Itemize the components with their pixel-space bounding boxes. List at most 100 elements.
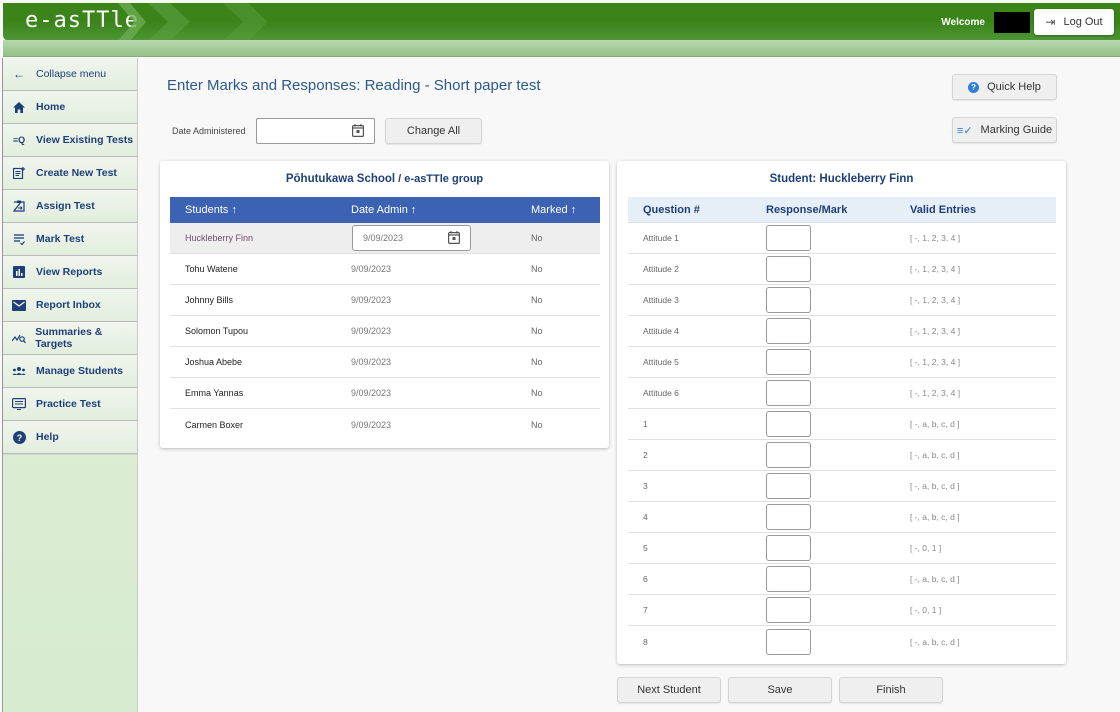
response-mark-input[interactable]: [766, 442, 811, 468]
sidebar-item-collapse-menu[interactable]: ← Collapse menu: [3, 58, 137, 91]
table-row: 8 [ -, a, b, c, d ]: [628, 626, 1056, 657]
students-table: Students ↑ Date Admin ↑ Marked ↑ Huckleb…: [170, 197, 600, 440]
table-row[interactable]: Emma Yannas 9/09/2023 No: [170, 378, 600, 409]
question-number: 5: [643, 543, 648, 553]
date-administered-input[interactable]: [256, 118, 375, 144]
column-header-marked[interactable]: Marked ↑: [516, 204, 600, 216]
valid-entries: [ -, a, b, c, d ]: [910, 636, 960, 647]
change-all-button[interactable]: Change All: [385, 118, 482, 144]
sidebar-item-view-existing-tests[interactable]: ≡Q View Existing Tests: [3, 124, 137, 157]
sidebar-item-label: View Existing Tests: [36, 134, 134, 146]
date-admin: 9/09/2023: [351, 295, 392, 305]
response-mark-input[interactable]: [766, 287, 811, 313]
valid-entries: [ -, 0, 1 ]: [910, 543, 942, 553]
list-check-icon: ≡✓: [956, 124, 973, 137]
response-mark-input[interactable]: [766, 225, 811, 251]
table-row[interactable]: Johnny Bills 9/09/2023 No: [170, 285, 600, 316]
response-mark-input[interactable]: [766, 411, 811, 437]
response-mark-input[interactable]: [766, 628, 811, 655]
sidebar-item-practice-test[interactable]: Practice Test: [3, 388, 137, 421]
question-number: Attitude 4: [643, 326, 679, 336]
date-admin: 9/09/2023: [351, 419, 392, 430]
list-check-icon: [11, 233, 27, 245]
table-row[interactable]: Carmen Boxer 9/09/2023 No: [170, 409, 600, 440]
table-row: 1 [ -, a, b, c, d ]: [628, 409, 1056, 440]
sidebar-item-label: Assign Test: [36, 200, 95, 212]
student-name: Emma Yannas: [185, 388, 244, 398]
marked-status: No: [531, 388, 543, 398]
date-admin: 9/09/2023: [351, 326, 392, 336]
response-mark-input[interactable]: [766, 473, 811, 499]
table-row[interactable]: Huckleberry Finn 9/09/2023 No: [170, 223, 600, 254]
table-row[interactable]: Joshua Abebe 9/09/2023 No: [170, 347, 600, 378]
table-row[interactable]: Solomon Tupou 9/09/2023 No: [170, 316, 600, 347]
calendar-icon[interactable]: [352, 124, 365, 142]
help-icon: ?: [968, 81, 980, 93]
question-number: 2: [643, 450, 648, 460]
valid-entries: [ -, 1, 2, 3, 4 ]: [910, 264, 961, 274]
question-number: 7: [643, 605, 648, 615]
response-mark-input[interactable]: [766, 256, 811, 282]
sidebar-item-summaries-targets[interactable]: Summaries & Targets: [3, 322, 137, 355]
response-mark-input[interactable]: [766, 349, 811, 375]
column-header-students[interactable]: Students ↑: [170, 204, 336, 216]
main-content: Enter Marks and Responses: Reading - Sho…: [140, 58, 1120, 712]
question-number: 4: [643, 512, 648, 522]
quick-help-button[interactable]: ? Quick Help: [952, 74, 1057, 100]
next-student-button[interactable]: Next Student: [617, 677, 721, 703]
people-icon: [11, 366, 27, 376]
response-mark-input[interactable]: [766, 380, 811, 406]
sidebar-item-label: Manage Students: [36, 365, 123, 377]
sidebar-item-assign-test[interactable]: Assign Test: [3, 190, 137, 223]
students-card: Pōhutukawa School / e-asTTle group Stude…: [160, 161, 609, 448]
sidebar-item-mark-test[interactable]: Mark Test: [3, 223, 137, 256]
table-row: Attitude 1 [ -, 1, 2, 3, 4 ]: [628, 223, 1056, 254]
sidebar-item-view-reports[interactable]: View Reports: [3, 256, 137, 289]
sidebar-item-report-inbox[interactable]: Report Inbox: [3, 289, 137, 322]
monitor-text-icon: [11, 398, 27, 410]
sidebar-item-label: View Reports: [36, 266, 103, 278]
welcome-text: Welcome: [941, 17, 985, 28]
response-mark-input[interactable]: [766, 318, 811, 344]
students-table-header: Students ↑ Date Admin ↑ Marked ↑: [170, 197, 600, 223]
bar-chart-icon: [11, 266, 27, 278]
student-name: Solomon Tupou: [185, 326, 249, 336]
valid-entries: [ -, a, b, c, d ]: [910, 450, 960, 460]
sidebar-item-home[interactable]: Home: [3, 91, 137, 124]
question-number: 1: [643, 419, 648, 429]
finish-button[interactable]: Finish: [839, 677, 943, 703]
logout-button[interactable]: ⇥ Log Out: [1034, 9, 1114, 35]
app-header: e-asTTle Welcome ⇥ Log Out: [3, 0, 1120, 58]
response-mark-input[interactable]: [766, 566, 811, 592]
table-row[interactable]: Tohu Watene 9/09/2023 No: [170, 254, 600, 285]
student-name: Tohu Watene: [185, 264, 238, 274]
logout-icon: ⇥: [1045, 15, 1056, 29]
marking-guide-button[interactable]: ≡✓ Marking Guide: [952, 117, 1057, 143]
header-subbar: [3, 40, 1120, 57]
table-row: 2 [ -, a, b, c, d ]: [628, 440, 1056, 471]
mail-icon: [11, 299, 27, 311]
calendar-icon[interactable]: [448, 231, 461, 246]
column-header-date-admin[interactable]: Date Admin ↑: [336, 204, 516, 216]
question-number: Attitude 1: [643, 233, 679, 243]
table-row: Attitude 5 [ -, 1, 2, 3, 4 ]: [628, 347, 1056, 378]
save-button[interactable]: Save: [728, 677, 832, 703]
response-mark-input[interactable]: [766, 535, 811, 561]
responses-table-header: Question # Response/Mark Valid Entries: [628, 197, 1056, 223]
date-admin-value: 9/09/2023: [363, 233, 404, 243]
table-row: 5 [ -, 0, 1 ]: [628, 533, 1056, 564]
students-card-title: Pōhutukawa School / e-asTTle group: [160, 161, 609, 195]
sidebar-item-create-new-test[interactable]: Create New Test: [3, 157, 137, 190]
sidebar-item-help[interactable]: ? Help: [3, 421, 137, 454]
valid-entries: [ -, 0, 1 ]: [910, 605, 942, 615]
valid-entries: [ -, a, b, c, d ]: [910, 574, 960, 584]
marked-status: No: [531, 233, 543, 243]
sidebar-item-manage-students[interactable]: Manage Students: [3, 355, 137, 388]
table-row: 3 [ -, a, b, c, d ]: [628, 471, 1056, 502]
response-mark-input[interactable]: [766, 504, 811, 530]
table-row: 4 [ -, a, b, c, d ]: [628, 502, 1056, 533]
valid-entries: [ -, 1, 2, 3, 4 ]: [910, 388, 961, 398]
date-admin-input[interactable]: 9/09/2023: [352, 225, 471, 251]
response-mark-input[interactable]: [766, 597, 811, 623]
student-name: Joshua Abebe: [185, 357, 243, 367]
